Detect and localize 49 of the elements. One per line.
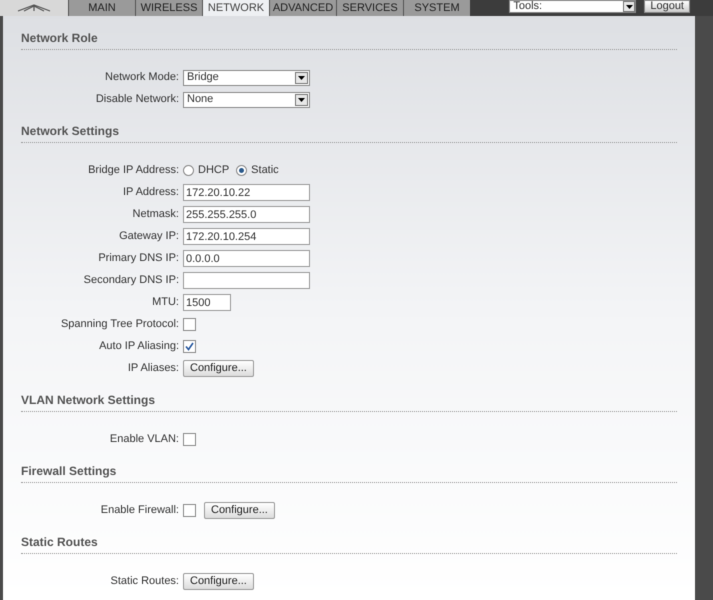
section-title: Network Settings (21, 124, 677, 143)
text-field[interactable]: 0.0.0.0 (183, 250, 310, 267)
nav-tab[interactable]: MAIN (68, 0, 135, 16)
configure-button[interactable]: Configure... (183, 360, 254, 377)
section-title: Firewall Settings (21, 464, 677, 483)
configure-button[interactable]: Configure... (204, 502, 275, 519)
text-field[interactable]: 172.20.10.22 (183, 184, 310, 201)
checkbox[interactable] (183, 504, 196, 517)
section-title: Static Routes (21, 535, 677, 554)
section-title: VLAN Network Settings (21, 393, 677, 412)
configure-button[interactable]: Configure... (183, 573, 254, 590)
field-label: Static Routes: (110, 574, 180, 590)
field-label: MTU: (151, 295, 180, 310)
field-label: Enable VLAN: (108, 432, 180, 448)
field-label: Disable Network: (94, 92, 180, 108)
check-icon (185, 342, 194, 351)
section-title: Network Role (21, 31, 677, 50)
checkbox[interactable] (183, 433, 196, 446)
radio-label: Static (251, 163, 279, 178)
dropdown[interactable]: None (183, 92, 310, 108)
dropdown[interactable]: Bridge (183, 70, 310, 86)
checkbox[interactable] (183, 318, 196, 331)
field-label: Network Mode: (104, 70, 180, 86)
field-label: IP Aliases: (126, 361, 180, 376)
text-field[interactable]: 255.255.255.0 (183, 206, 310, 223)
tools-dropdown[interactable]: Tools: (509, 0, 636, 13)
text-field[interactable]: 1500 (183, 294, 231, 311)
text-field[interactable]: 172.20.10.254 (183, 228, 310, 245)
field-label: Netmask: (132, 207, 180, 222)
radio-label: DHCP (198, 163, 230, 178)
field-label: Bridge IP Address: (87, 163, 180, 178)
text-field[interactable] (183, 272, 310, 289)
nav-tab[interactable]: NETWORK (202, 0, 269, 16)
nav-tab[interactable]: WIRELESS (135, 0, 202, 16)
field-label: Gateway IP: (118, 229, 180, 244)
nav-tab[interactable]: SERVICES (336, 0, 403, 16)
field-label: Spanning Tree Protocol: (60, 317, 180, 332)
radio-button[interactable] (236, 165, 248, 176)
nav-tab[interactable]: SYSTEM (403, 0, 470, 16)
logo-icon (16, 4, 52, 12)
field-label: Primary DNS IP: (97, 251, 180, 266)
field-label: Enable Firewall: (100, 503, 180, 518)
checkbox[interactable] (183, 340, 196, 353)
logout-button[interactable]: Logout (644, 0, 690, 13)
field-label: IP Address: (122, 185, 180, 200)
nav-tab[interactable]: ADVANCED (269, 0, 336, 16)
field-label: Auto IP Aliasing: (98, 339, 180, 354)
radio-button[interactable] (183, 165, 194, 176)
field-label: Secondary DNS IP: (82, 273, 180, 288)
